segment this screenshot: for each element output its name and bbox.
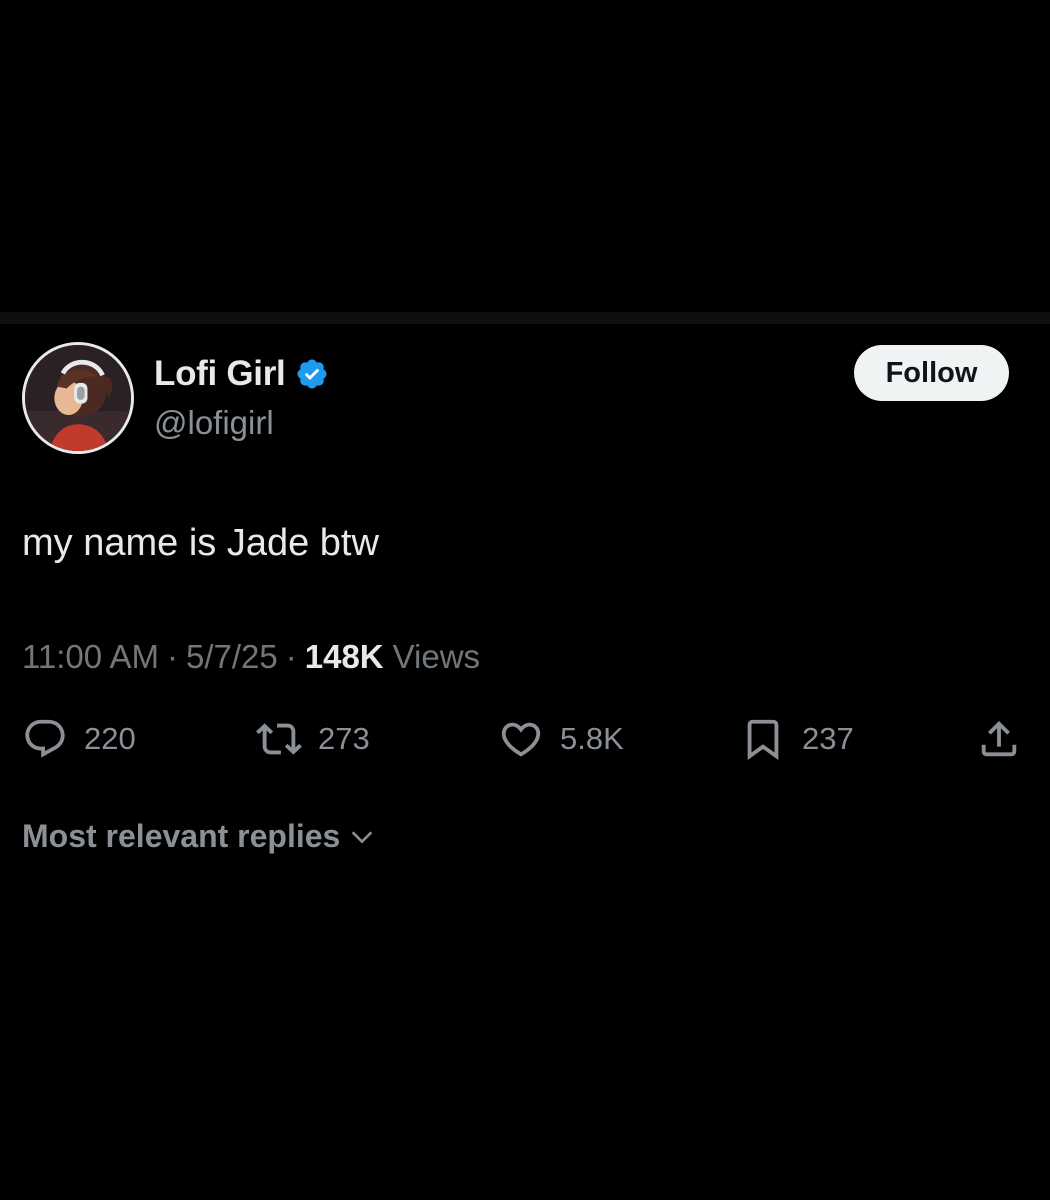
bookmark-count: 237 (802, 721, 854, 756)
views-count: 148K (304, 638, 384, 675)
lofi-girl-avatar-icon (25, 345, 131, 451)
tweet-text: my name is Jade btw (22, 522, 379, 564)
user-name-row: Lofi Girl (154, 354, 329, 394)
like-button[interactable]: 5.8K (498, 714, 624, 764)
bookmark-icon (747, 719, 779, 760)
avatar[interactable] (22, 342, 134, 454)
repost-count: 273 (318, 721, 370, 756)
follow-button[interactable]: Follow (854, 345, 1009, 401)
display-name[interactable]: Lofi Girl (154, 354, 286, 394)
repost-button[interactable]: 273 (256, 714, 370, 764)
chevron-down-icon (352, 830, 373, 843)
views-label: Views (392, 638, 481, 675)
user-handle[interactable]: @lofigirl (154, 404, 274, 442)
repost-icon (256, 723, 302, 755)
bookmark-button[interactable]: 237 (740, 714, 854, 764)
reply-icon (25, 719, 65, 758)
tweet-date[interactable]: 5/7/25 (186, 638, 278, 676)
meta-separator: · (166, 638, 178, 675)
tweet-detail: Lofi Girl @lofigirl Follow my name is Ja… (0, 324, 1050, 1200)
tweet-time[interactable]: 11:00 AM (22, 638, 159, 676)
replies-sort-dropdown[interactable]: Most relevant replies (22, 818, 376, 855)
share-button[interactable] (976, 714, 1022, 764)
meta-separator: · (285, 638, 297, 675)
reply-button[interactable]: 220 (22, 714, 136, 764)
reply-count: 220 (84, 721, 136, 756)
section-divider (0, 312, 1050, 324)
heart-icon (501, 722, 541, 757)
share-icon (981, 720, 1017, 757)
like-count: 5.8K (560, 721, 624, 756)
replies-sort-label: Most relevant replies (22, 818, 341, 854)
verified-badge-icon (297, 359, 327, 389)
action-bar: 220 273 5.8K 237 (0, 714, 1050, 764)
tweet-meta: 11:00 AM · 5/7/25 · 148K Views (22, 638, 480, 676)
